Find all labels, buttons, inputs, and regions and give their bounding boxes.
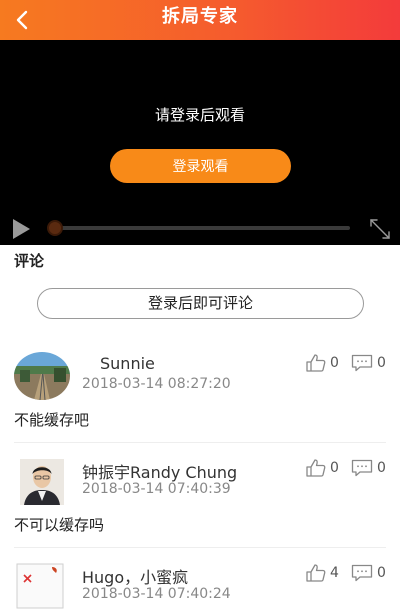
like-button[interactable]: 0 (306, 354, 339, 372)
comment-bubble-icon (351, 459, 373, 477)
comment-author: Sunnie (100, 354, 155, 373)
reply-count: 0 (377, 460, 386, 476)
like-count: 0 (330, 355, 339, 371)
divider (14, 547, 386, 548)
avatar[interactable] (14, 562, 70, 610)
comments-heading: 评论 (14, 252, 45, 270)
progress-handle[interactable] (47, 220, 63, 236)
comment-text: 不能缓存吧 (14, 411, 90, 429)
comment-author: 钟振宇Randy Chung (82, 463, 238, 482)
avatar[interactable] (14, 457, 70, 505)
app-header: 拆局专家 (0, 0, 400, 40)
reply-count: 0 (377, 565, 386, 581)
reply-count: 0 (377, 355, 386, 371)
like-button[interactable]: 4 (306, 564, 339, 582)
back-button[interactable] (0, 0, 44, 40)
comment-time: 2018-03-14 08:27:20 (82, 376, 231, 392)
comment-text: 不可以缓存吗 (14, 516, 105, 534)
reply-button[interactable]: 0 (351, 354, 386, 372)
avatar[interactable] (14, 352, 70, 400)
progress-bar[interactable] (48, 226, 350, 230)
comment-author: Hugo，小蜜疯 (82, 568, 189, 587)
video-player[interactable]: 请登录后观看 登录观看 (0, 40, 400, 245)
thumbs-up-icon (306, 564, 326, 582)
comment-bubble-icon (351, 564, 373, 582)
reply-button[interactable]: 0 (351, 459, 386, 477)
thumbs-up-icon (306, 459, 326, 477)
comment-item: Hugo，小蜜疯 2018-03-14 07:40:24 4 0 (0, 561, 400, 610)
thumbs-up-icon (306, 354, 326, 372)
comment-item: Sunnie 2018-03-14 08:27:20 0 0 不能缓存吧 (0, 351, 400, 443)
like-button[interactable]: 0 (306, 459, 339, 477)
login-to-watch-button[interactable]: 登录观看 (110, 149, 291, 183)
page-title: 拆局专家 (162, 6, 238, 27)
login-to-comment-button[interactable]: 登录后即可评论 (37, 288, 364, 319)
play-icon[interactable] (10, 218, 32, 240)
chevron-left-icon (16, 10, 28, 30)
divider (14, 442, 386, 443)
like-count: 0 (330, 460, 339, 476)
comment-time: 2018-03-14 07:40:39 (82, 481, 231, 497)
reply-button[interactable]: 0 (351, 564, 386, 582)
comment-item: 钟振宇Randy Chung 2018-03-14 07:40:39 0 0 不… (0, 456, 400, 548)
fullscreen-icon[interactable] (368, 217, 392, 241)
like-count: 4 (330, 565, 339, 581)
login-required-message: 请登录后观看 (154, 106, 245, 124)
comment-bubble-icon (351, 354, 373, 372)
